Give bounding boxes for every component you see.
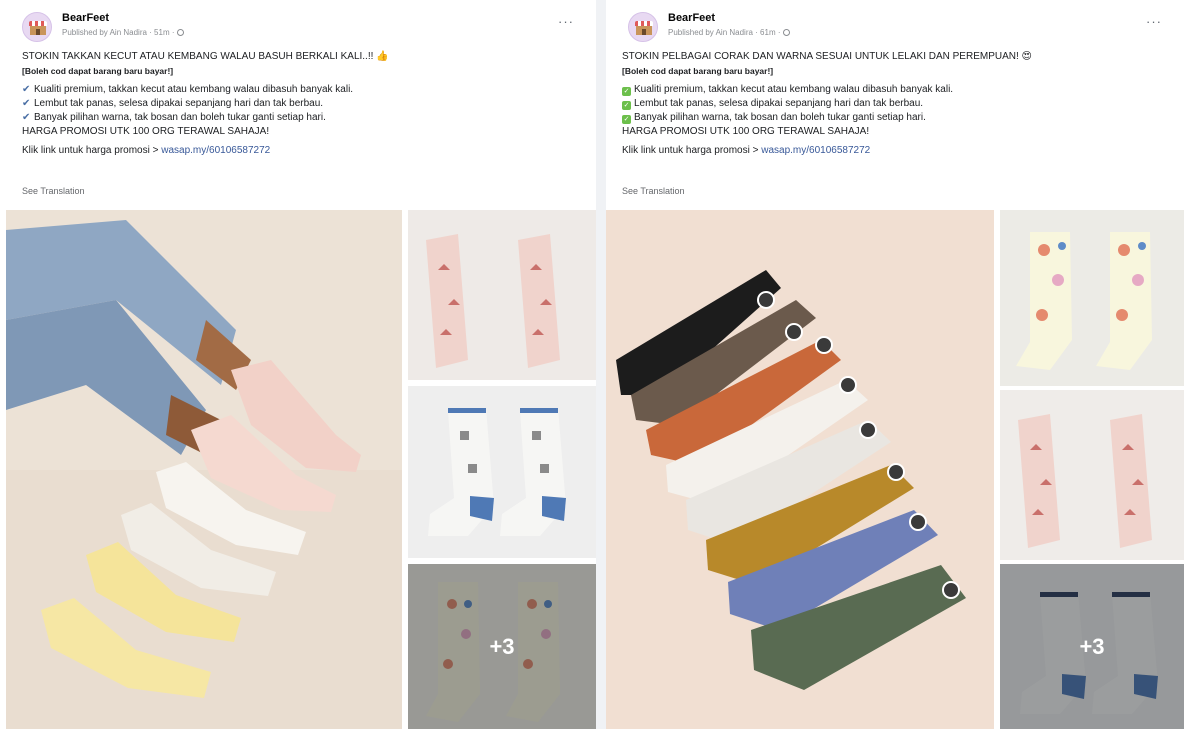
page-name[interactable]: BearFeet xyxy=(62,12,109,24)
more-options-button[interactable]: ··· xyxy=(558,14,574,29)
page-avatar[interactable] xyxy=(22,12,52,42)
photo-thumb-1[interactable] xyxy=(1000,210,1184,386)
link-line: Klik link untuk harga promosi > wasap.my… xyxy=(22,145,271,156)
bullet-item: ✔ Kualiti premium, takkan kecut atau kemb… xyxy=(22,84,354,95)
photo-main[interactable] xyxy=(606,210,994,729)
photo-thumb-2[interactable] xyxy=(1000,390,1184,560)
see-translation-link[interactable]: See Translation xyxy=(22,186,85,196)
post-headline: STOKIN TAKKAN KECUT ATAU KEMBANG WALAU B… xyxy=(22,51,389,62)
see-translation-link[interactable]: See Translation xyxy=(622,186,685,196)
photo-thumb-3[interactable]: +3 xyxy=(408,564,596,729)
whatsapp-link[interactable]: wasap.my/60106587272 xyxy=(161,145,270,156)
post-meta: Published by Ain Nadira · 51m · xyxy=(62,28,184,37)
photo-thumb-3[interactable]: +3 xyxy=(1000,564,1184,729)
post-subline: [Boleh cod dapat barang baru bayar!] xyxy=(622,66,774,76)
post-meta-text: Published by Ain Nadira · 51m · xyxy=(62,28,175,37)
bullet-item: ✓ Kualiti premium, takkan kecut atau kemb… xyxy=(622,84,954,96)
post-headline: STOKIN PELBAGAI CORAK DAN WARNA SESUAI U… xyxy=(622,51,1032,62)
whatsapp-link[interactable]: wasap.my/60106587272 xyxy=(761,145,870,156)
more-options-button[interactable]: ··· xyxy=(1146,14,1162,29)
bullet-item: ✔ Banyak pilihan warna, tak bosan dan bol… xyxy=(22,112,326,123)
post-divider xyxy=(596,0,606,729)
post-subline: [Boleh cod dapat barang baru bayar!] xyxy=(22,66,174,76)
page-avatar[interactable] xyxy=(628,12,658,42)
globe-icon xyxy=(176,29,184,36)
post-header: BearFeet Published by Ain Nadira · 61m ·… xyxy=(620,10,1170,44)
check-mark-icon: ✔ xyxy=(22,112,31,123)
link-line: Klik link untuk harga promosi > wasap.my… xyxy=(622,145,871,156)
photo-grid: +3 xyxy=(0,210,596,729)
photo-thumb-2[interactable] xyxy=(408,386,596,558)
bullet-item: ✔ Lembut tak panas, selesa dipakai sepanj… xyxy=(22,98,324,109)
bullet-item: ✓ Lembut tak panas, selesa dipakai sepanj… xyxy=(622,98,924,110)
photo-thumb-1[interactable] xyxy=(408,210,596,380)
post-header: BearFeet Published by Ain Nadira · 51m ·… xyxy=(14,10,582,44)
green-checkbox-icon: ✓ xyxy=(622,115,631,124)
promo-text: HARGA PROMOSI UTK 100 ORG TERAWAL SAHAJA… xyxy=(622,126,870,137)
post-body: STOKIN TAKKAN KECUT ATAU KEMBANG WALAU B… xyxy=(22,50,582,158)
page-name[interactable]: BearFeet xyxy=(668,12,715,24)
facebook-post-left: BearFeet Published by Ain Nadira · 51m ·… xyxy=(0,0,596,729)
check-mark-icon: ✔ xyxy=(22,98,31,109)
more-photos-overlay[interactable]: +3 xyxy=(408,564,596,729)
globe-icon xyxy=(782,29,790,36)
green-checkbox-icon: ✓ xyxy=(622,87,631,96)
post-meta-text: Published by Ain Nadira · 61m · xyxy=(668,28,781,37)
photo-main[interactable] xyxy=(6,210,402,729)
more-photos-overlay[interactable]: +3 xyxy=(1000,564,1184,729)
photo-grid: +3 xyxy=(606,210,1184,729)
promo-text: HARGA PROMOSI UTK 100 ORG TERAWAL SAHAJA… xyxy=(22,126,270,137)
check-mark-icon: ✔ xyxy=(22,84,31,95)
post-body: STOKIN PELBAGAI CORAK DAN WARNA SESUAI U… xyxy=(622,50,1170,158)
green-checkbox-icon: ✓ xyxy=(622,101,631,110)
facebook-post-right: BearFeet Published by Ain Nadira · 61m ·… xyxy=(606,0,1184,729)
bullet-item: ✓ Banyak pilihan warna, tak bosan dan bol… xyxy=(622,112,926,124)
post-meta: Published by Ain Nadira · 61m · xyxy=(668,28,790,37)
